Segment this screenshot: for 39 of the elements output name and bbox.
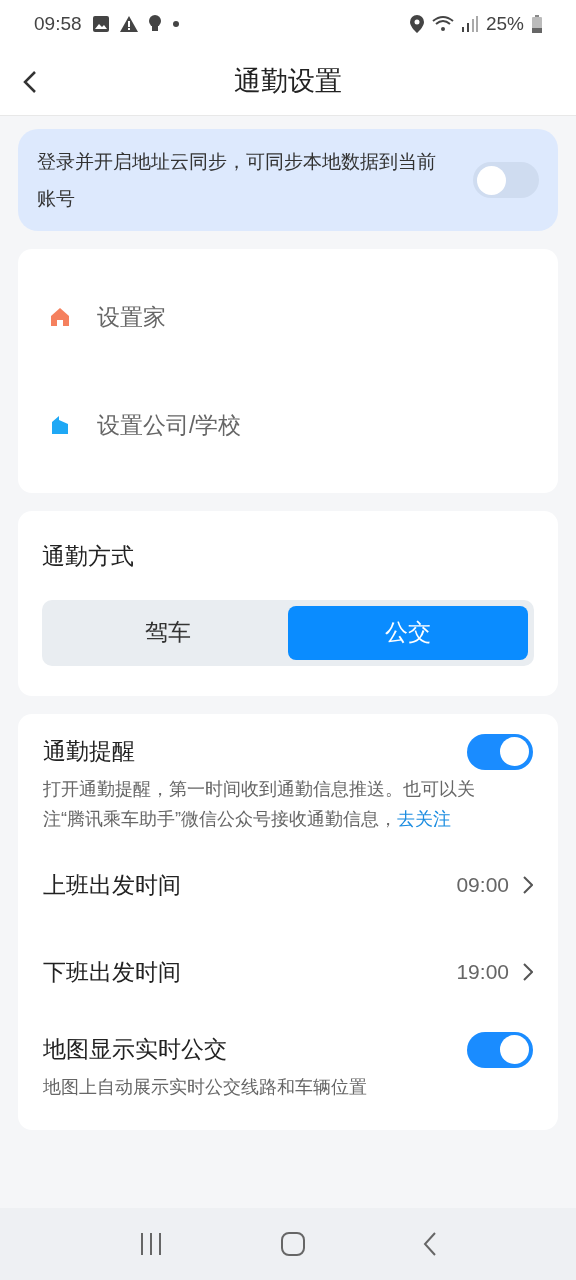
chevron-icon	[523, 876, 533, 894]
house-icon	[49, 306, 71, 328]
signal-icon	[461, 16, 478, 32]
battery-icon	[532, 15, 542, 33]
setting-row[interactable]: 下班出发时间 19:00	[43, 920, 533, 1008]
setting-label: 上班出发时间	[43, 870, 181, 900]
home-icon[interactable]	[280, 1231, 306, 1257]
battery-percent: 25%	[485, 11, 524, 36]
back-icon	[23, 69, 37, 94]
mode-tab[interactable]: 驾车	[48, 605, 288, 660]
address-item[interactable]: 设置公司/学校	[18, 371, 558, 479]
bulb-icon	[147, 15, 162, 33]
chevron-icon	[523, 963, 533, 981]
setting-value: 09:00	[456, 872, 509, 899]
image-icon	[91, 15, 110, 33]
wifi-icon	[431, 15, 454, 33]
page-title: 通勤设置	[234, 65, 342, 99]
back-icon[interactable]	[423, 1231, 438, 1257]
status-time: 09:58	[34, 11, 82, 36]
toggle-switch[interactable]	[473, 162, 539, 198]
toggle-switch[interactable]	[467, 1031, 533, 1068]
dot-icon	[171, 20, 180, 28]
building-icon	[49, 414, 71, 436]
setting-label: 通勤提醒	[43, 737, 135, 767]
setting-label: 地图显示实时公交	[43, 1035, 227, 1065]
sync-text: 登录并开启地址云同步，可同步本地数据到当前账号	[37, 150, 437, 211]
location-icon	[409, 15, 424, 33]
setting-description: 地图上自动展示实时公交线路和车辆位置	[43, 1075, 368, 1099]
setting-description: 打开通勤提醒，第一时间收到通勤信息推送。也可以关注“腾讯乘车助手”微信公众号接收通勤信息，去关注	[43, 777, 476, 831]
setting-row[interactable]: 上班出发时间 09:00	[43, 833, 533, 921]
recent-apps-icon[interactable]	[138, 1233, 163, 1255]
warning-icon	[119, 16, 138, 32]
mode-tab[interactable]: 公交	[288, 605, 528, 660]
section-title: 通勤方式	[42, 542, 135, 571]
address-item[interactable]: 设置家	[18, 263, 558, 371]
setting-value: 19:00	[456, 959, 509, 986]
setting-label: 下班出发时间	[43, 957, 181, 987]
follow-link[interactable]: 去关注	[397, 808, 451, 829]
toggle-switch[interactable]	[467, 733, 533, 770]
